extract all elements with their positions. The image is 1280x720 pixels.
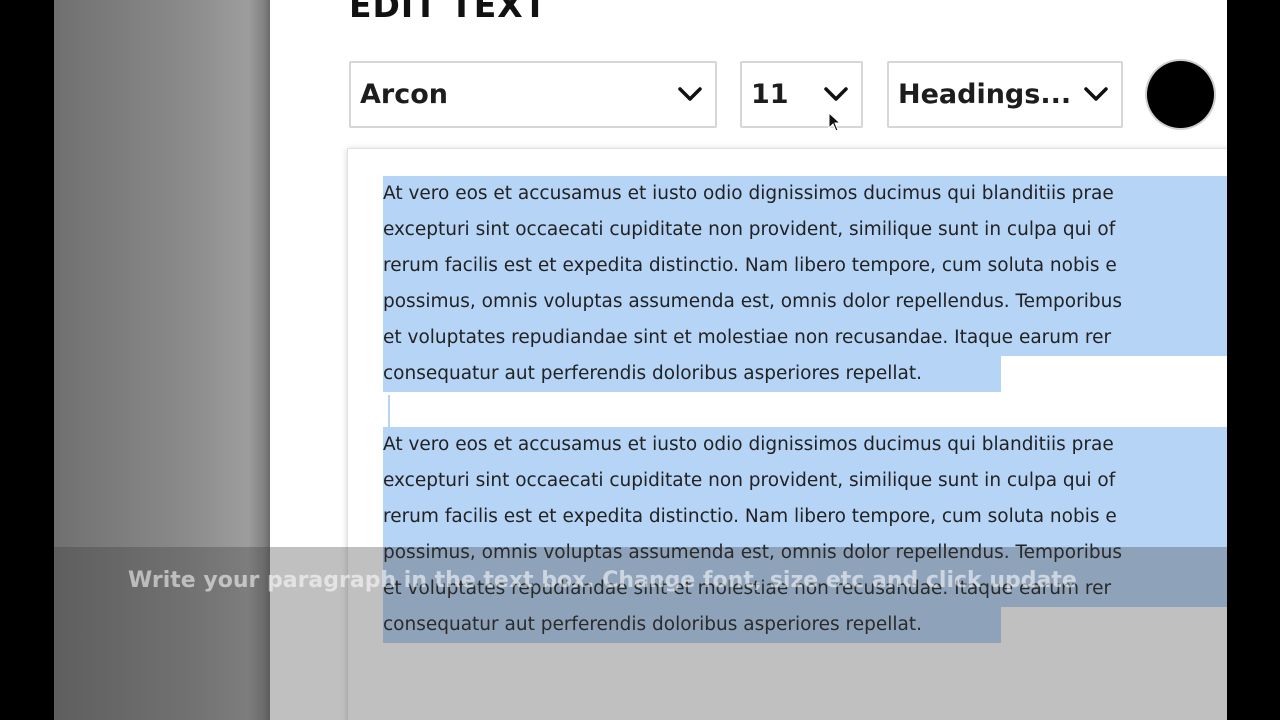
text-color-swatch[interactable]	[1147, 61, 1214, 128]
font-family-select[interactable]: Arcon	[349, 61, 717, 128]
text-style-value: Headings...	[898, 79, 1072, 110]
paragraph-line: excepturi sint occaecati cupiditate non …	[383, 212, 1227, 248]
panel-title: EDIT TEXT	[349, 0, 548, 25]
paragraph-line: excepturi sint occaecati cupiditate non …	[383, 463, 1227, 499]
text-style-select[interactable]: Headings...	[887, 61, 1123, 128]
paragraph-line: consequatur aut perferendis doloribus as…	[383, 356, 1001, 392]
paragraph-line: et voluptates repudiandae sint et molest…	[383, 320, 1227, 356]
chevron-down-icon	[824, 87, 848, 101]
paragraph-line: rerum facilis est et expedita distinctio…	[383, 248, 1227, 284]
chevron-down-icon	[678, 87, 702, 101]
paragraph: At vero eos et accusamus et iusto odio d…	[383, 176, 1227, 392]
font-family-value: Arcon	[360, 79, 448, 110]
paragraph-line: rerum facilis est et expedita distinctio…	[383, 499, 1227, 535]
font-size-select[interactable]: 11	[740, 61, 863, 128]
empty-line-selection	[388, 395, 390, 427]
chevron-down-icon	[1084, 87, 1108, 101]
caption-text: Write your paragraph in the text box. Ch…	[128, 568, 1077, 593]
left-letterbox	[0, 0, 54, 720]
paragraph-line: At vero eos et accusamus et iusto odio d…	[383, 427, 1227, 463]
paragraph-line: At vero eos et accusamus et iusto odio d…	[383, 176, 1227, 212]
font-size-value: 11	[751, 79, 789, 110]
paragraph-line: possimus, omnis voluptas assumenda est, …	[383, 284, 1227, 320]
right-letterbox	[1227, 0, 1280, 720]
mouse-pointer-icon	[828, 112, 842, 132]
